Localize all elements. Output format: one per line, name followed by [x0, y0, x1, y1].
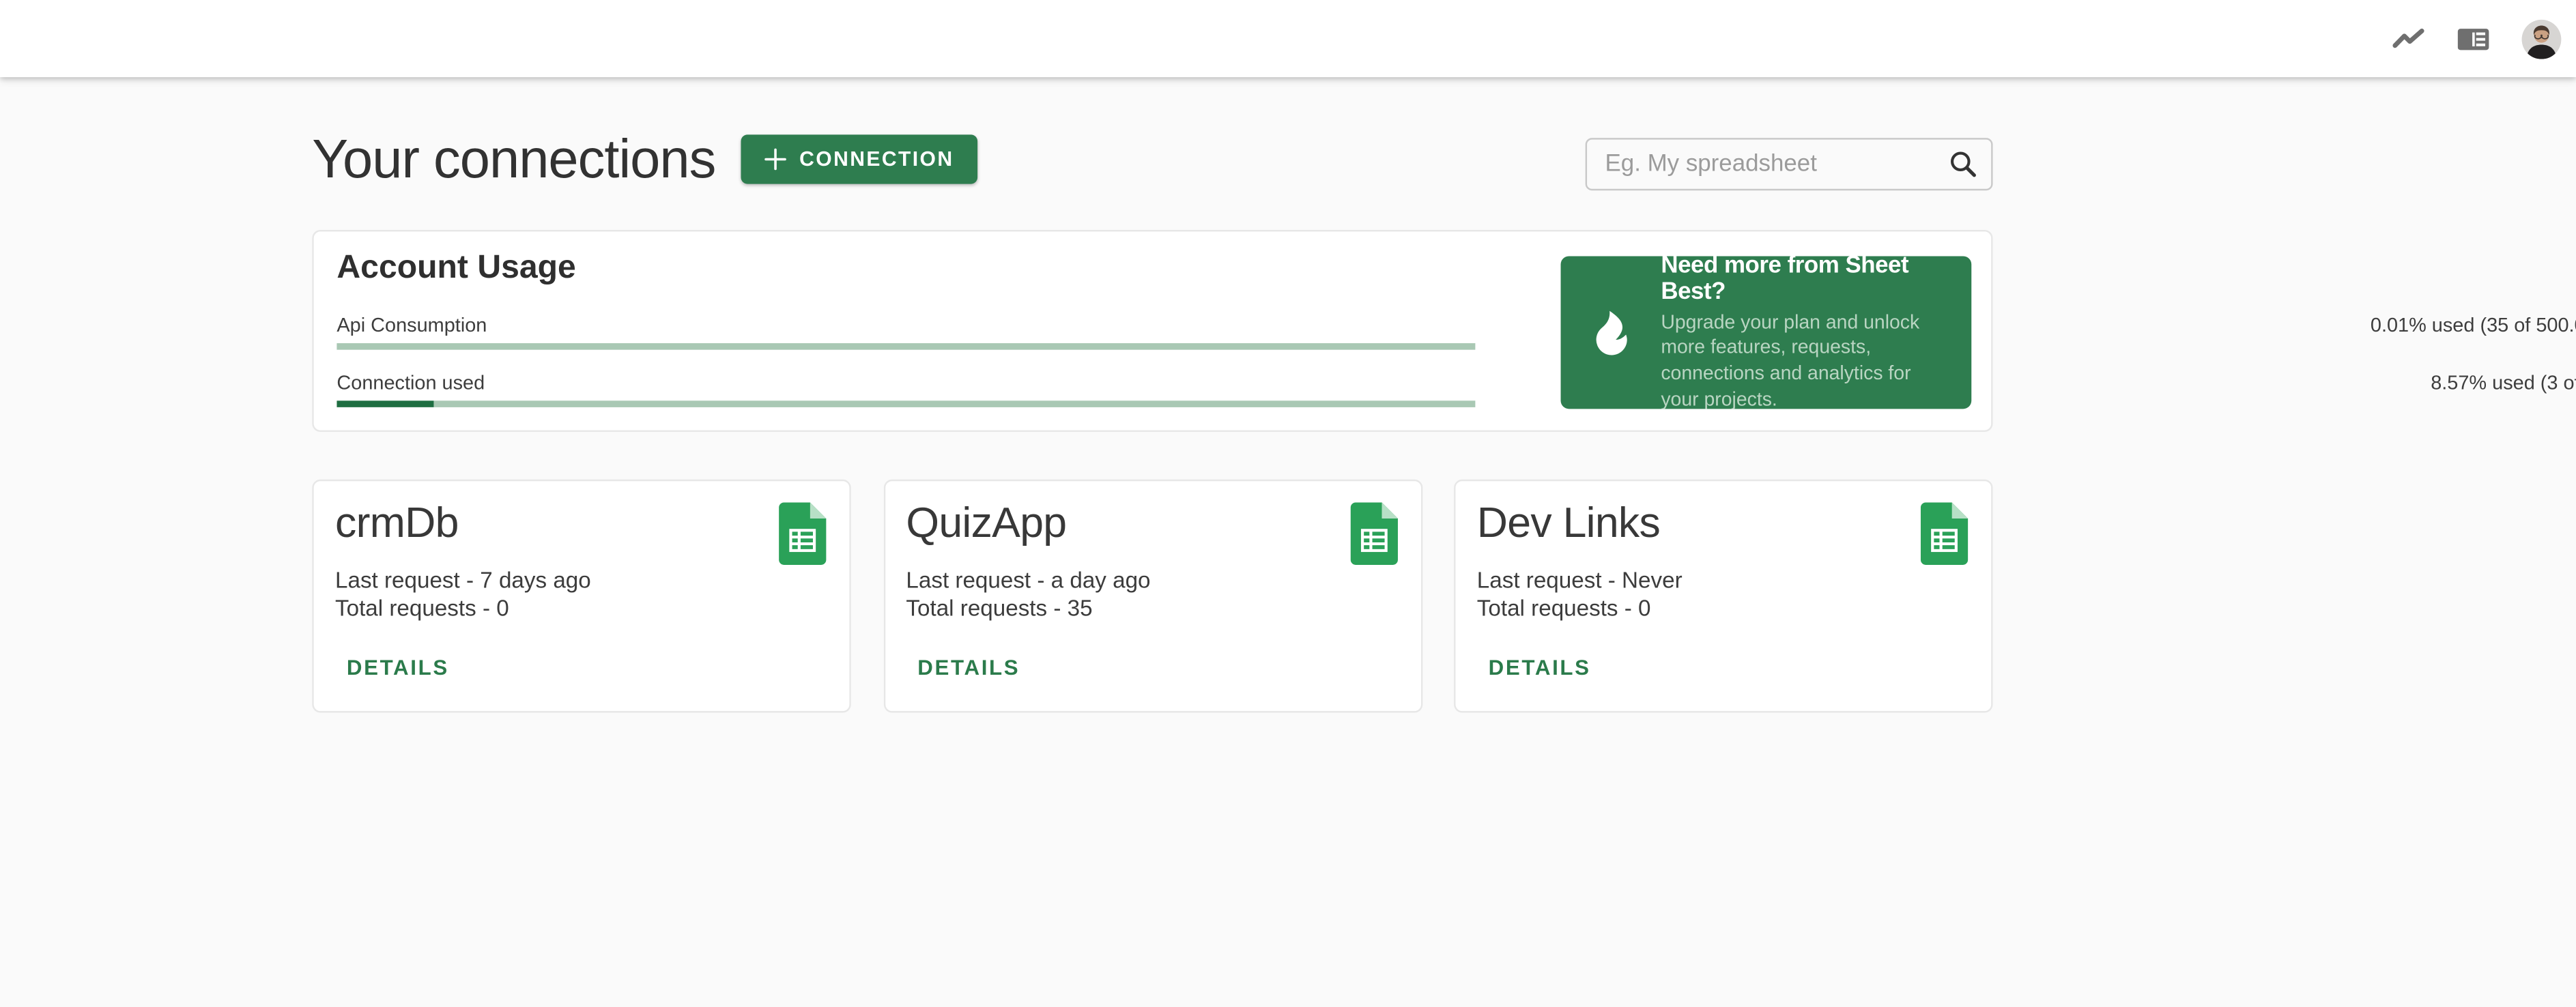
docs-button[interactable] — [2457, 27, 2489, 50]
connection-used-label: Connection used — [337, 370, 485, 394]
page-head: Your connections CONNECTION — [312, 128, 977, 190]
plus-icon — [764, 148, 786, 171]
appbar-actions — [2392, 0, 2562, 77]
connections-grid: crmDb Last request - 7 days ago Total re… — [312, 479, 1993, 713]
main-content: Your connections CONNECTION Account Usag… — [312, 77, 2576, 1006]
connection-name: QuizApp — [906, 497, 1067, 547]
total-requests-text: Total requests - 35 — [906, 596, 1093, 622]
details-button[interactable]: DETAILS — [1489, 655, 1591, 680]
search-box — [1585, 138, 1993, 191]
flame-icon — [1596, 310, 1627, 355]
account-usage-card: Account Usage Api Consumption 0.01% used… — [312, 229, 2576, 433]
promo-body: Upgrade your plan and unlock more featur… — [1661, 310, 1920, 409]
last-request-text: Last request - 7 days ago — [335, 568, 591, 593]
google-sheets-icon — [1920, 502, 1969, 565]
api-consumption-progressbar — [337, 343, 1476, 350]
google-sheets-icon — [779, 502, 827, 565]
promo-title: Need more from Sheet Best? — [1661, 256, 1909, 306]
user-avatar[interactable] — [2521, 18, 2562, 59]
connection-name: crmDb — [335, 497, 459, 547]
connection-meta: Last request - Never Total requests - 0 — [1477, 566, 1683, 623]
page-title: Your connections — [312, 128, 716, 189]
api-consumption-label: Api Consumption — [337, 313, 487, 337]
account-usage-title: Account Usage — [337, 249, 576, 286]
user-avatar-photo — [2521, 18, 2562, 59]
add-connection-label: CONNECTION — [799, 147, 954, 171]
connection-name: Dev Links — [1476, 497, 1661, 547]
reader-card-icon — [2457, 27, 2489, 50]
details-button[interactable]: DETAILS — [347, 655, 449, 680]
connection-used-progressbar — [337, 400, 1476, 407]
total-requests-text: Total requests - 0 — [335, 596, 509, 622]
add-connection-button[interactable]: CONNECTION — [740, 134, 977, 184]
appbar — [0, 0, 2576, 78]
promo-text: Need more from Sheet Best? Upgrade your … — [1661, 256, 1948, 409]
total-requests-text: Total requests - 0 — [1476, 596, 1651, 622]
app-viewport: Your connections CONNECTION Account Usag… — [0, 0, 2576, 1007]
analytics-button[interactable] — [2392, 28, 2424, 49]
search-icon[interactable] — [1949, 149, 1978, 179]
trending-line-icon — [2392, 28, 2424, 48]
upgrade-promo-card[interactable]: Need more from Sheet Best? Upgrade your … — [1560, 256, 1972, 409]
last-request-text: Last request - a day ago — [906, 568, 1151, 593]
connection-meta: Last request - 7 days ago Total requests… — [335, 566, 591, 623]
connection-card: crmDb Last request - 7 days ago Total re… — [312, 479, 851, 713]
last-request-text: Last request - Never — [1476, 568, 1683, 593]
connection-meta: Last request - a day ago Total requests … — [906, 566, 1150, 623]
connection-used-progress-fill — [337, 400, 435, 407]
connection-card: Dev Links Last request - Never Total req… — [1454, 479, 1993, 713]
search-input[interactable] — [1605, 151, 1949, 177]
google-sheets-icon — [1349, 502, 1397, 565]
details-button[interactable]: DETAILS — [917, 655, 1020, 680]
connection-card: QuizApp Last request - a day ago Total r… — [883, 479, 1422, 713]
